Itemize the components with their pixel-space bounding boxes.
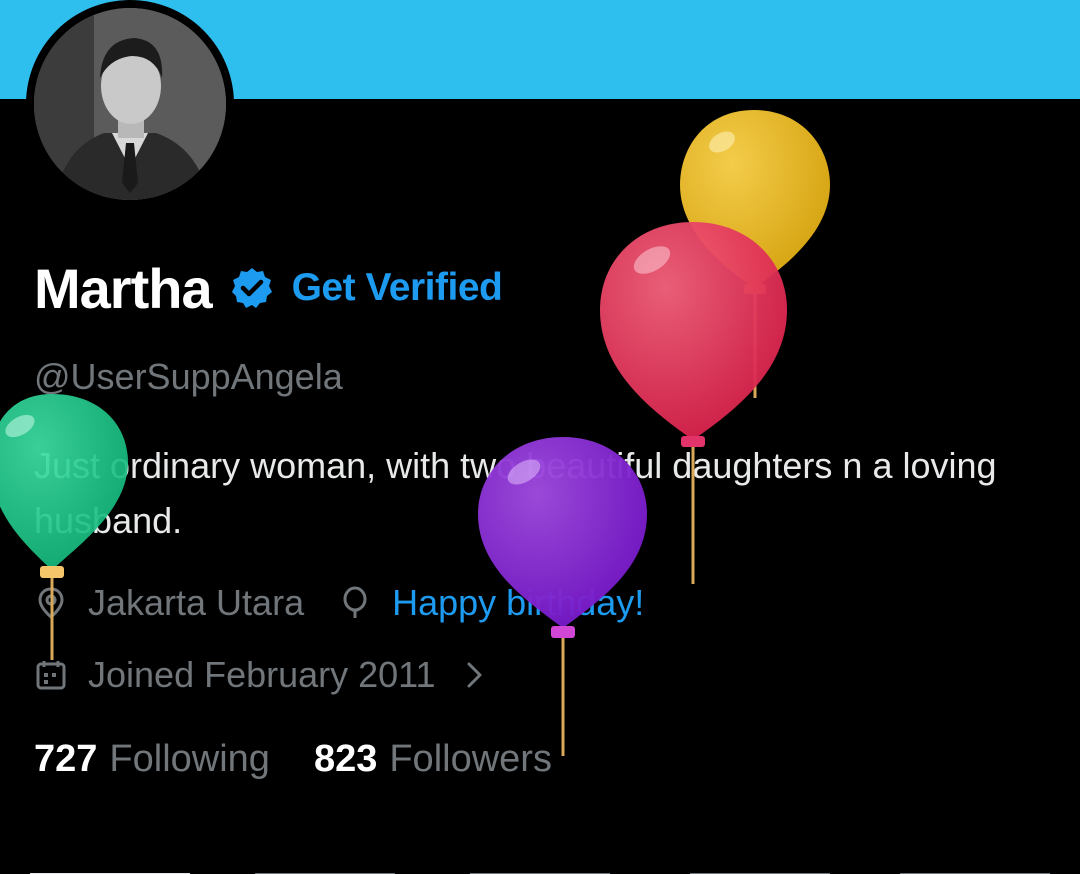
follow-stats: 727 Following 823 Followers [34,738,552,781]
avatar-portrait [34,8,226,200]
display-name: Martha [34,256,213,320]
followers-count: 823 [313,738,378,780]
balloon-icon [338,586,372,620]
avatar-photo [34,8,226,200]
following-label: Following [109,738,270,780]
user-handle: @UserSuppAngela [34,356,343,397]
chevron-right-icon[interactable] [464,658,486,692]
location-text: Jakarta Utara [88,582,305,623]
avatar[interactable] [26,0,234,208]
joined-row[interactable]: Joined February 2011 [34,654,486,696]
following-count: 727 [34,738,98,780]
location-pin-icon [34,586,68,620]
following-stat[interactable]: 727 Following [34,738,270,781]
profile-meta-row: Jakarta Utara Happy birthday! [34,582,644,624]
followers-stat[interactable]: 823 Followers [314,738,552,781]
profile-tabs-clipped [0,864,1080,874]
get-verified-link[interactable]: Get Verified [292,266,503,310]
yellow-balloon [680,110,830,398]
bio-text: Just ordinary woman, with two beautiful … [34,445,997,541]
joined-date-text: Joined February 2011 [88,654,436,695]
followers-label: Followers [389,738,552,780]
calendar-icon [34,658,68,692]
birthday-link[interactable]: Happy birthday! [392,582,644,624]
verified-badge-icon[interactable] [230,266,274,310]
